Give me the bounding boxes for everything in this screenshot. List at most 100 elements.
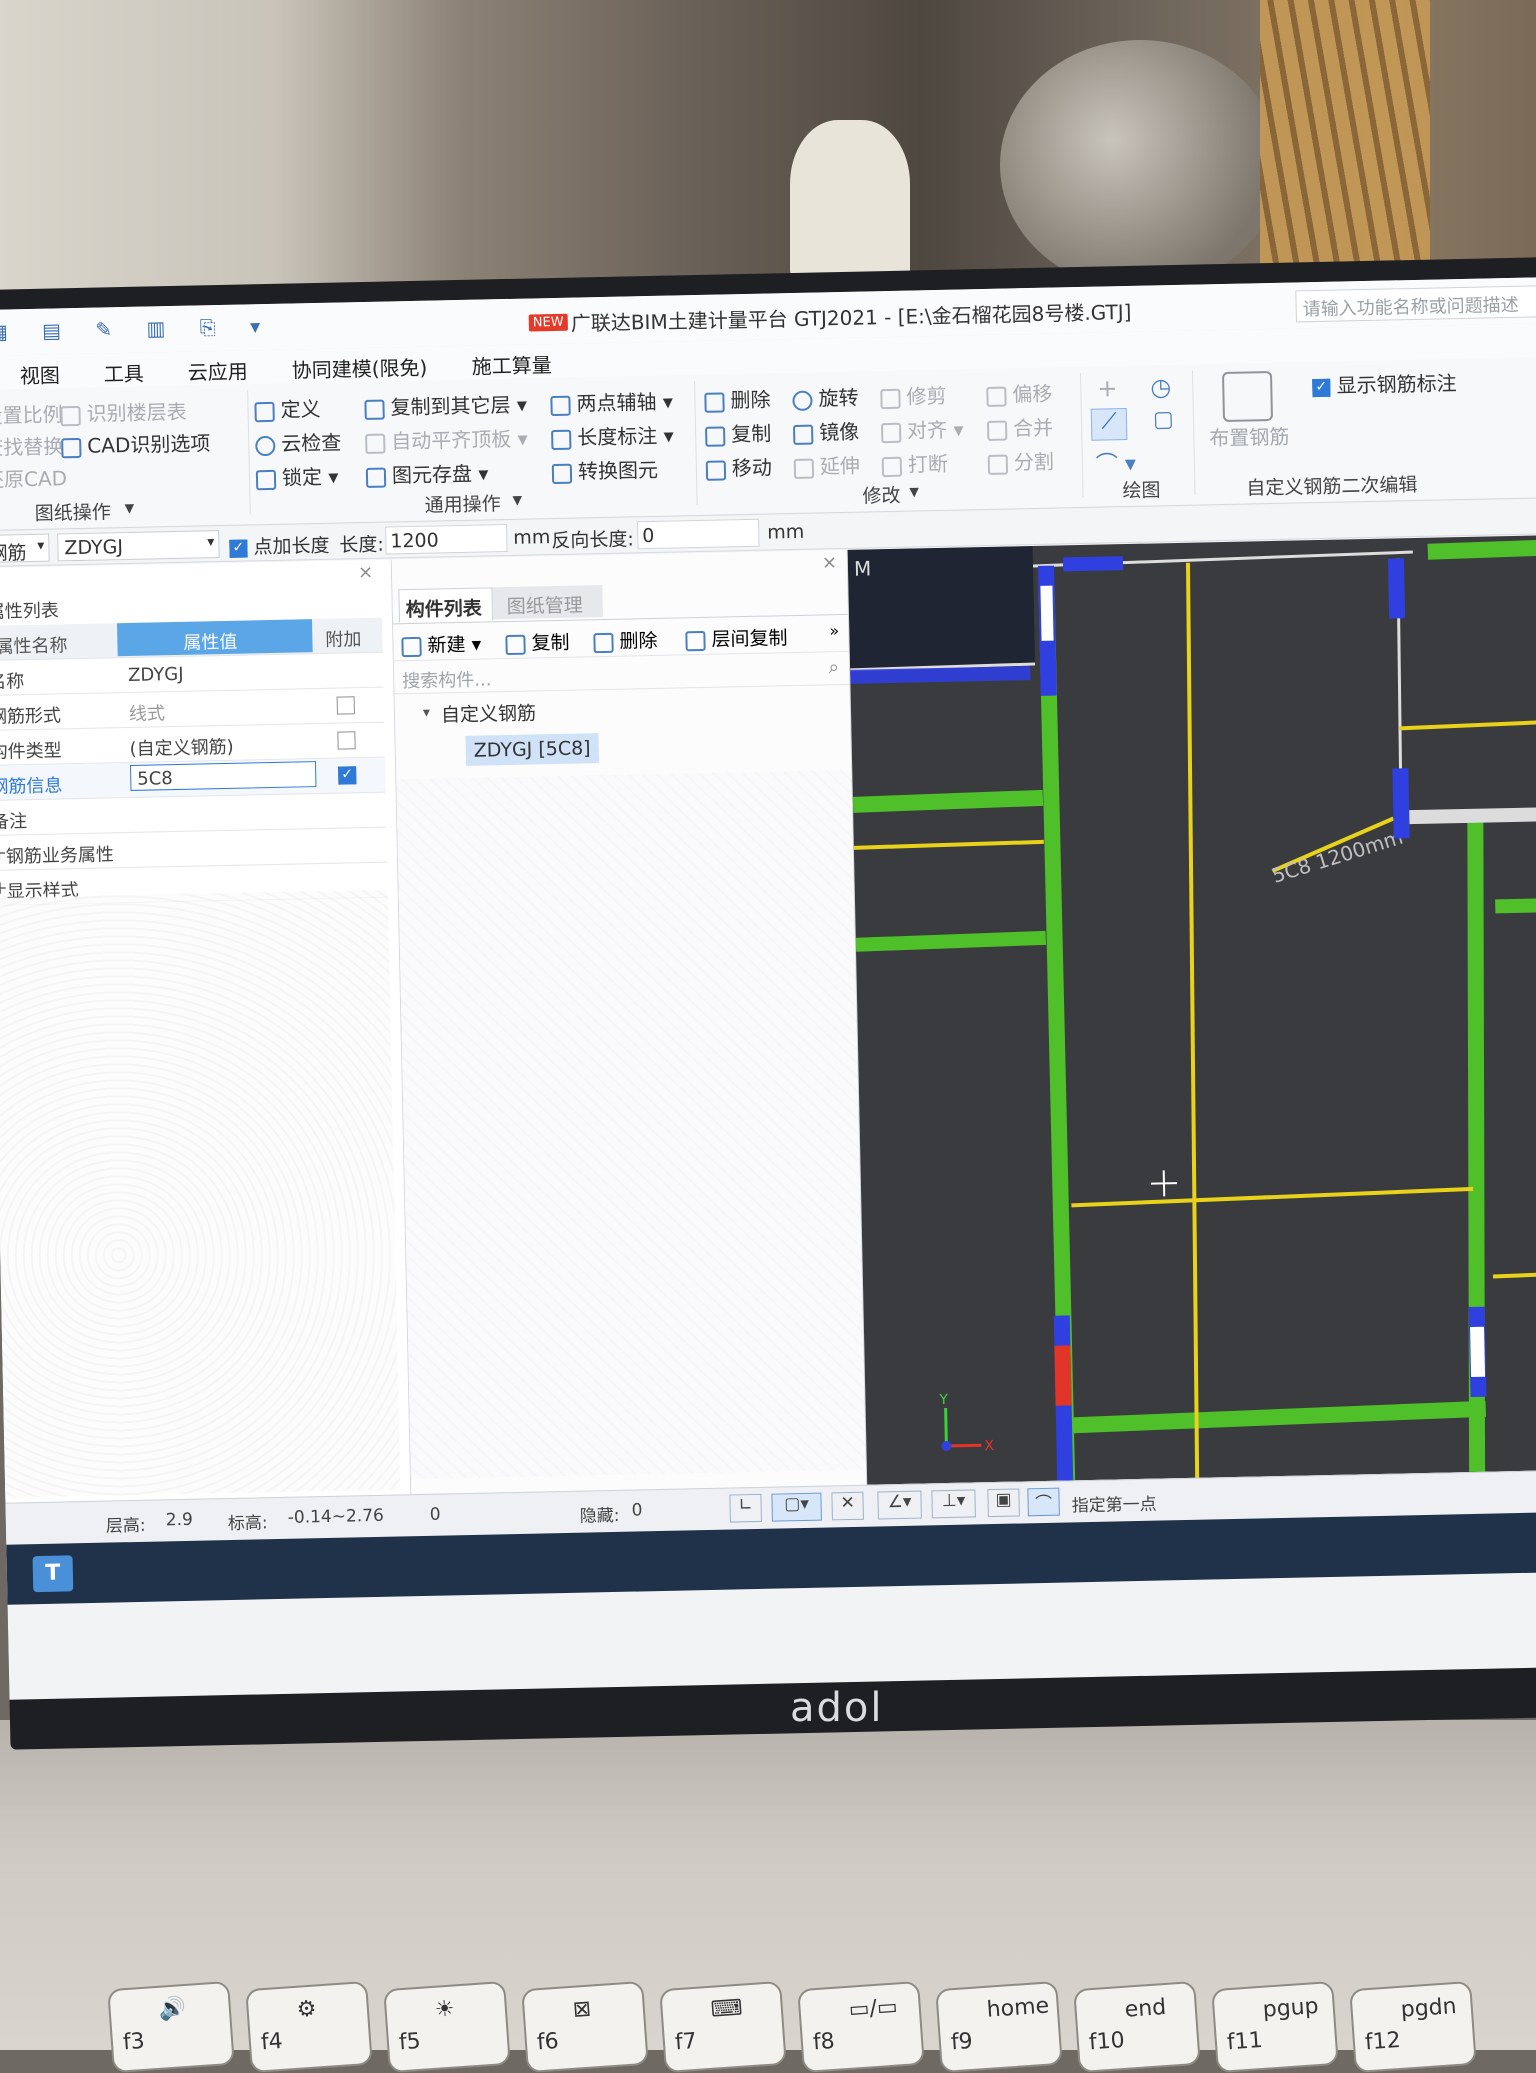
- point-length-checkbox[interactable]: ✓: [229, 538, 248, 558]
- expand-icon[interactable]: +: [0, 843, 7, 864]
- column-red: [1054, 1345, 1072, 1406]
- element-name-dropdown[interactable]: ZDYGJ ▾: [57, 530, 220, 562]
- offset-button[interactable]: 偏移: [986, 378, 1053, 408]
- save-element-button[interactable]: 图元存盘 ▾: [365, 457, 489, 489]
- copy-component-button[interactable]: 复制: [505, 628, 570, 656]
- group-drawing-ops[interactable]: 图纸操作: [34, 497, 111, 526]
- key-f5[interactable]: f5 ☀: [383, 1980, 511, 2073]
- drawing-canvas[interactable]: M 5C8 1200mm Y X: [847, 534, 1536, 1485]
- mirror-button[interactable]: 镜像: [792, 416, 860, 446]
- tree-item-zdygj[interactable]: ZDYGJ [5C8]: [465, 733, 599, 766]
- key-f8[interactable]: f8 ▭/▭: [797, 1980, 925, 2073]
- break-button[interactable]: 打断: [881, 448, 949, 478]
- two-point-axis-button[interactable]: 两点辅轴 ▾: [550, 386, 673, 418]
- key-f4[interactable]: f4 ⚙: [245, 1980, 373, 2073]
- delete-button[interactable]: 删除: [704, 383, 771, 413]
- app-taskbar-icon[interactable]: T: [32, 1555, 74, 1593]
- show-rebar-label-toggle[interactable]: ✓ 显示钢筋标注: [1312, 367, 1457, 399]
- menu-collaboration[interactable]: 协同建模(限免): [291, 352, 428, 384]
- extra-checkbox[interactable]: [337, 731, 356, 750]
- menu-cloud-apps[interactable]: 云应用: [187, 355, 248, 385]
- reverse-length-input[interactable]: 0: [636, 518, 760, 550]
- move-button[interactable]: 移动: [705, 451, 773, 481]
- identify-floor-table-button[interactable]: 识别楼层表: [60, 396, 187, 428]
- snap-arc-button[interactable]: ⌒: [1027, 1487, 1060, 1517]
- point-draw-icon[interactable]: +: [1097, 374, 1118, 402]
- trash-icon: [593, 632, 614, 653]
- snap-endpoint-button[interactable]: ∟: [729, 1493, 762, 1523]
- menu-view[interactable]: 视图: [19, 359, 60, 389]
- snap-rect-button[interactable]: ▢▾: [771, 1492, 822, 1522]
- line-draw-icon[interactable]: ⟋: [1090, 408, 1128, 441]
- prop-value[interactable]: ZDYGJ: [128, 664, 184, 686]
- rotate-icon: [792, 390, 813, 411]
- expand-icon[interactable]: +: [0, 878, 8, 899]
- type-dropdown[interactable]: 钢筋 ▾: [0, 533, 50, 565]
- trim-button[interactable]: 修剪: [880, 380, 947, 410]
- arc-draw-icon[interactable]: ⌒ ▾: [1096, 446, 1137, 479]
- outline-bar: [1409, 806, 1536, 825]
- function-search-box[interactable]: 请输入功能名称或问题描述: [1295, 284, 1536, 323]
- length-input[interactable]: 1200: [385, 524, 508, 555]
- copy-to-floor-button[interactable]: 复制到其它层 ▾: [364, 389, 527, 421]
- align-button[interactable]: 对齐 ▾: [880, 413, 964, 444]
- rotate-button[interactable]: 旋转: [792, 382, 859, 412]
- group-general-ops[interactable]: 通用操作: [424, 489, 501, 518]
- split-button[interactable]: 分割: [987, 446, 1055, 476]
- prop-value[interactable]: (自定义钢筋): [129, 733, 234, 761]
- tree-root-custom-rebar[interactable]: 自定义钢筋: [441, 698, 537, 727]
- extra-checkbox[interactable]: ✓: [338, 766, 357, 785]
- key-f9[interactable]: f9 home: [935, 1980, 1063, 2073]
- place-rebar-button[interactable]: 布置钢筋: [1208, 370, 1290, 452]
- snap-cross-button[interactable]: ✕: [831, 1491, 864, 1521]
- show-rebar-label-checkbox[interactable]: ✓: [1312, 378, 1331, 397]
- delete-component-button[interactable]: 删除: [593, 626, 658, 654]
- dark-region: [847, 546, 1036, 670]
- more-actions-icon[interactable]: »: [829, 621, 839, 640]
- copy-to-floor-label: 复制到其它层: [390, 392, 511, 420]
- prop-value[interactable]: 线式: [129, 699, 166, 726]
- tab-component-list[interactable]: 构件列表: [398, 587, 494, 623]
- rect-draw-icon[interactable]: ▢: [1153, 407, 1174, 432]
- tab-drawing-management[interactable]: 图纸管理: [492, 585, 603, 620]
- new-component-button[interactable]: 新建 ▾: [401, 630, 481, 659]
- tree-expand-icon[interactable]: ▾: [423, 705, 430, 721]
- point-length-toggle[interactable]: ✓ 点加长度: [229, 531, 330, 560]
- extend-button[interactable]: 延伸: [793, 450, 861, 480]
- panel-close-icon[interactable]: ×: [358, 562, 374, 583]
- extra-checkbox[interactable]: [336, 696, 355, 715]
- snap-offset-button[interactable]: ⊥▾: [931, 1489, 976, 1519]
- key-f7[interactable]: f7 ⌨: [659, 1980, 787, 2073]
- chopsticks-shape: [1260, 0, 1430, 270]
- group-modify[interactable]: 修改: [862, 481, 901, 509]
- menu-construction-calc[interactable]: 施工算量: [471, 349, 552, 380]
- set-scale-button[interactable]: 设置比例: [0, 398, 63, 429]
- snap-angle-button[interactable]: ∠▾: [877, 1490, 922, 1520]
- menu-tools[interactable]: 工具: [103, 358, 144, 388]
- floor-plan-svg[interactable]: M 5C8 1200mm Y X: [847, 535, 1536, 1485]
- merge-button[interactable]: 合并: [986, 412, 1054, 442]
- cloud-check-button[interactable]: 云检查: [255, 426, 342, 457]
- key-f10[interactable]: f10 end: [1073, 1980, 1201, 2073]
- panel-close-icon[interactable]: ×: [822, 552, 838, 573]
- find-replace-button[interactable]: 查找替换: [0, 430, 64, 461]
- prop-value[interactable]: 5C8: [129, 761, 317, 791]
- cad-options-button[interactable]: CAD识别选项: [61, 427, 211, 459]
- copy-button[interactable]: 复制: [705, 417, 772, 447]
- wall-horizontal: [852, 789, 1044, 813]
- length-dimension-button[interactable]: 长度标注 ▾: [551, 420, 674, 452]
- key-f11[interactable]: f11 pgup: [1211, 1980, 1339, 2073]
- convert-element-button[interactable]: 转换图元: [551, 454, 659, 485]
- clock-draw-icon[interactable]: ◷: [1150, 373, 1172, 401]
- chevron-down-icon: ▾: [909, 480, 920, 503]
- key-f12[interactable]: f12 pgdn: [1349, 1980, 1477, 2073]
- define-button[interactable]: 定义: [254, 393, 321, 423]
- lock-button[interactable]: 锁定 ▾: [255, 461, 339, 492]
- new-file-icon: [401, 636, 422, 657]
- floor-copy-button[interactable]: 层间复制: [685, 623, 788, 652]
- snap-grid-button[interactable]: ▣: [987, 1488, 1020, 1518]
- restore-cad-button[interactable]: 还原CAD: [0, 462, 67, 493]
- auto-align-slab-button[interactable]: 自动平齐顶板 ▾: [365, 423, 528, 455]
- key-f6[interactable]: f6 ⊠: [521, 1980, 649, 2073]
- key-f3[interactable]: f3 🔊: [107, 1980, 235, 2073]
